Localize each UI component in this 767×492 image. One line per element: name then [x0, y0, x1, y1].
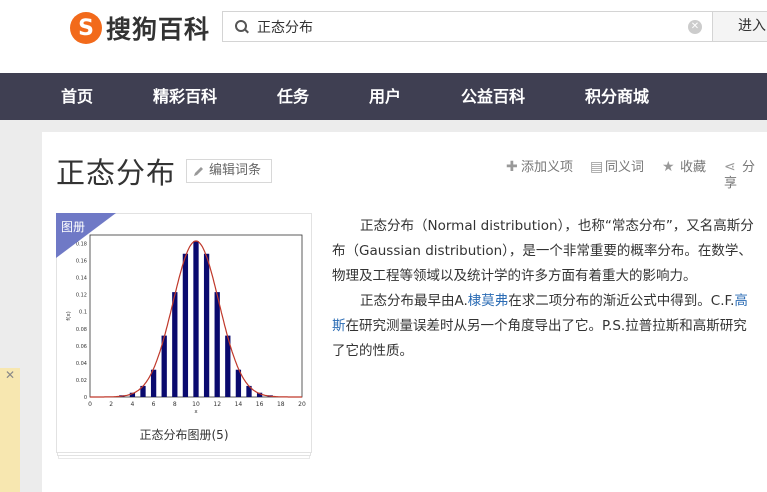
link-gauss[interactable]: 高 [734, 293, 748, 309]
x-tick-label: 6 [152, 401, 156, 408]
x-axis-label: x [194, 409, 198, 415]
link-gauss[interactable]: 斯 [332, 318, 346, 334]
p2-line2: 斯在研究测量误差时从另一个角度导出了它。P.S.拉普拉斯和高斯研究 [332, 314, 764, 339]
y-tick-label: 0.14 [76, 276, 87, 282]
y-tick-label: 0.06 [76, 344, 87, 350]
album-stack-shadow [57, 453, 311, 456]
nav-item-home[interactable]: 首页 [61, 73, 93, 120]
enter-button[interactable]: 进入 [712, 11, 767, 42]
chart-bar [214, 292, 220, 397]
p1-line3: 物理及工程等领域以及统计学的许多方面有着重大的影响力。 [332, 268, 697, 284]
nav-item-charity[interactable]: 公益百科 [461, 73, 525, 120]
x-tick-label: 0 [88, 401, 92, 408]
chart-bar [203, 253, 210, 397]
chart-bar [193, 240, 199, 397]
x-tick-label: 14 [235, 401, 243, 408]
x-tick-label: 20 [298, 401, 306, 408]
side-ad-banner[interactable] [0, 368, 20, 492]
x-tick-label: 10 [192, 401, 200, 408]
chart-bar [182, 253, 189, 397]
album-badge-label: 图册 [61, 220, 86, 234]
search-icon [235, 19, 249, 34]
p2-line3: 了它的性质。 [332, 343, 413, 359]
edit-entry-button[interactable]: 编辑词条 [186, 159, 272, 183]
p2-text: 在求二项分布的渐近公式中得到。C.F. [508, 293, 735, 309]
clear-icon[interactable]: ✕ [688, 20, 702, 34]
share-action[interactable]: ⋖ 分享 [724, 159, 767, 191]
album-caption[interactable]: 正态分布图册(5) [56, 426, 312, 443]
logo-text: 搜狗百科 [106, 15, 211, 44]
star-icon: ★ [662, 159, 675, 175]
add-meaning-action[interactable]: ✚ 添加义项 [506, 160, 573, 176]
y-tick-label: 0.02 [76, 378, 87, 384]
x-tick-label: 2 [109, 401, 113, 408]
share-icon: ⋖ [724, 159, 736, 175]
synonym-label: 同义词 [605, 160, 645, 175]
y-tick-label: 0.08 [76, 327, 87, 333]
page-background-strip [42, 120, 767, 132]
nav-item-featured[interactable]: 精彩百科 [153, 73, 217, 120]
plus-icon: ✚ [506, 159, 518, 175]
logo-icon: S [70, 12, 102, 44]
x-tick-label: 16 [256, 401, 264, 408]
y-tick-label: 0 [84, 395, 87, 401]
add-meaning-label: 添加义项 [521, 160, 574, 175]
sogou-baike-logo[interactable]: S 搜狗百科 [70, 11, 210, 45]
y-axis-label: f(x) [66, 311, 72, 320]
nav-item-points-mall[interactable]: 积分商城 [585, 73, 649, 120]
favorite-label: 收藏 [680, 160, 707, 175]
y-tick-label: 0.16 [76, 259, 87, 265]
album-stack-shadow [58, 456, 310, 459]
y-tick-label: 0.12 [76, 293, 87, 299]
main-nav: 首页 精彩百科 任务 用户 公益百科 积分商城 [0, 73, 767, 120]
x-tick-label: 4 [130, 401, 134, 408]
p2-text: 在研究测量误差时从另一个角度导出了它。P.S.拉普拉斯和高斯研究 [345, 318, 747, 334]
favorite-action[interactable]: ★ 收藏 [662, 160, 706, 176]
x-tick-label: 18 [277, 401, 285, 408]
pencil-icon [194, 167, 203, 176]
p2-text: 正态分布最早由A. [360, 293, 468, 309]
x-tick-label: 8 [173, 401, 177, 408]
nav-item-tasks[interactable]: 任务 [277, 73, 309, 120]
page-title: 正态分布 [56, 156, 177, 190]
search-box: ✕ [222, 11, 712, 42]
intro-paragraph-1: 正态分布（Normal distribution），也称“常态分布”，又名高斯分… [332, 214, 764, 289]
chart-bar [172, 292, 178, 397]
edit-entry-label: 编辑词条 [209, 163, 262, 178]
p1-line2: 布（Gaussian distribution），是一个非常重要的概率分布。在数… [332, 243, 752, 259]
intro-paragraph-2: 正态分布最早由A.棣莫弗在求二项分布的渐近公式中得到。C.F.高 斯在研究测量误… [332, 289, 764, 364]
y-tick-label: 0.04 [76, 361, 87, 367]
close-icon[interactable]: ✕ [3, 368, 17, 382]
synonym-action[interactable]: ▤ 同义词 [590, 160, 644, 176]
nav-item-users[interactable]: 用户 [369, 73, 401, 120]
p1-line1: 正态分布（Normal distribution），也称“常态分布”，又名高斯分 [360, 218, 754, 234]
search-input[interactable] [257, 18, 677, 35]
x-tick-label: 12 [213, 401, 221, 408]
p2-line1: 正态分布最早由A.棣莫弗在求二项分布的渐近公式中得到。C.F.高 [332, 289, 764, 314]
link-de-moivre[interactable]: 棣莫弗 [468, 293, 509, 309]
top-header: S 搜狗百科 ✕ 进入 [0, 0, 767, 73]
y-tick-label: 0.1 [79, 310, 87, 316]
synonym-icon: ▤ [590, 159, 604, 175]
